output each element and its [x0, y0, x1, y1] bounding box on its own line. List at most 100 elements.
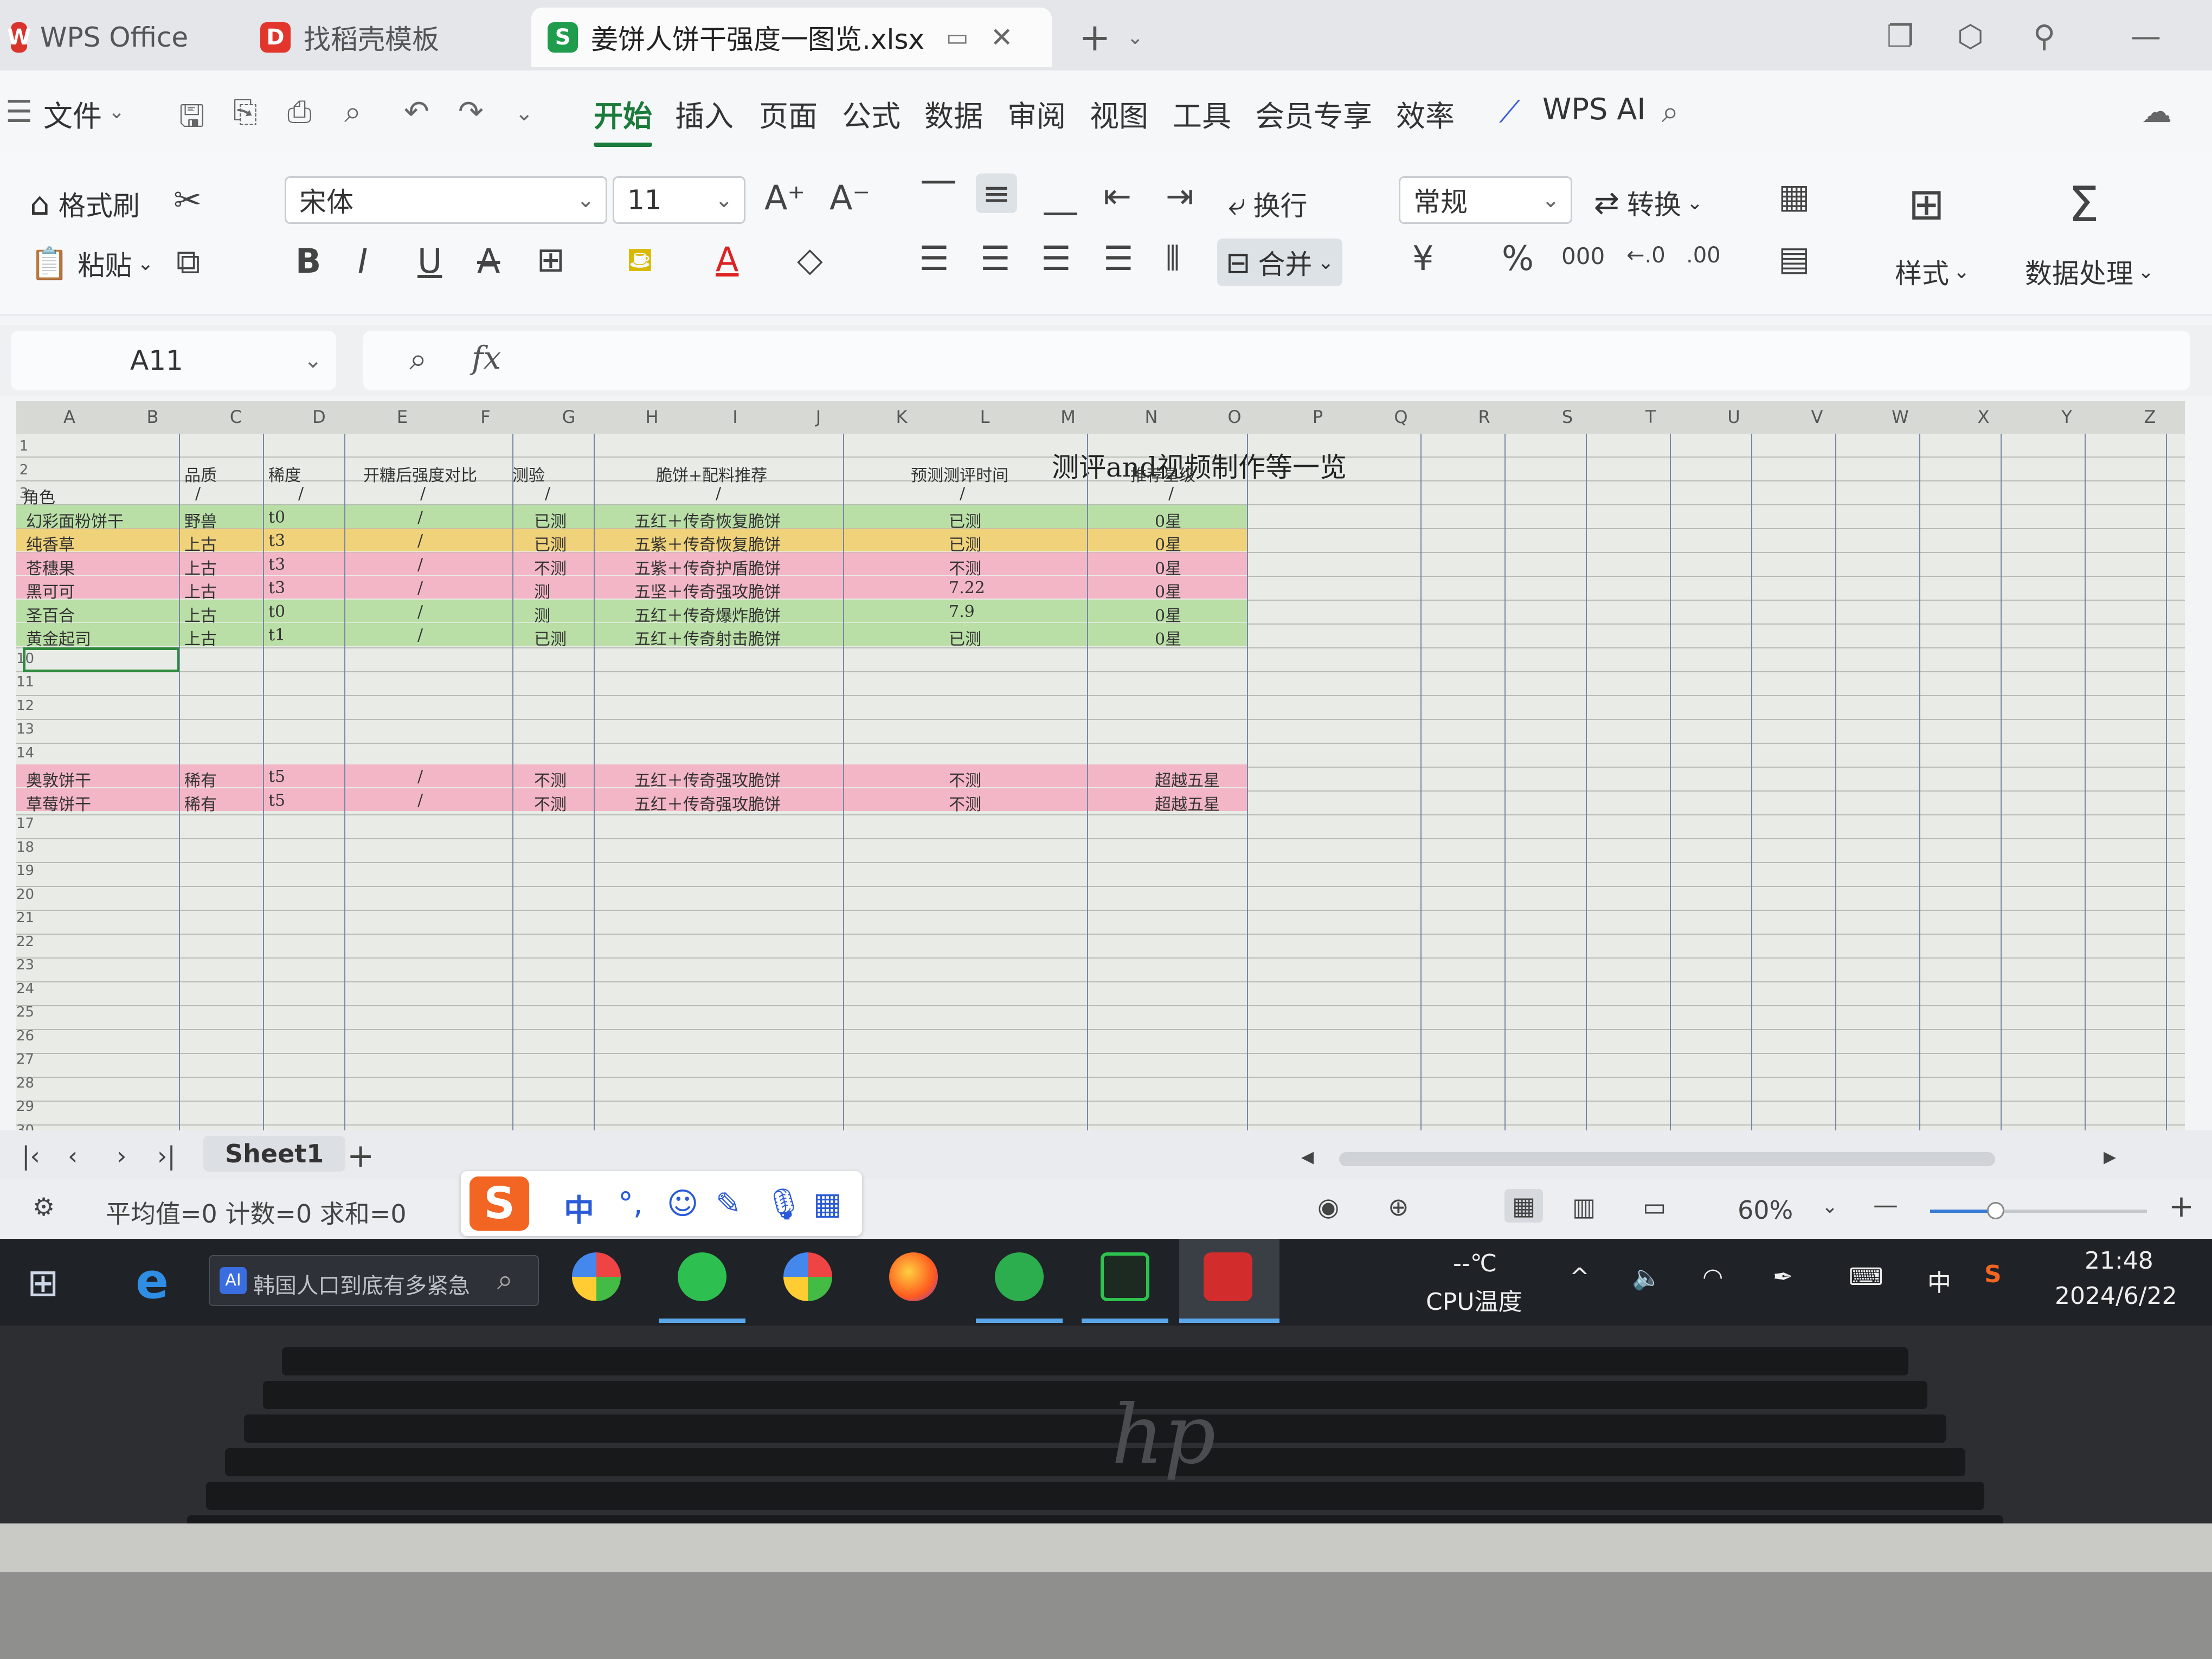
spreadsheet-grid[interactable]: ABCDEFGHIJKLMNOPQRSTUVWXYZ 1234567891011…: [16, 401, 2185, 1139]
conditional-format-icon[interactable]: ▦: [1778, 176, 1810, 216]
zoom-level[interactable]: 60%: [1738, 1195, 1793, 1225]
cell-combo[interactable]: 五红＋传奇强攻脆饼: [634, 791, 781, 815]
new-tab-button[interactable]: + ⌄: [1079, 8, 1143, 67]
column-header-l[interactable]: L: [974, 407, 996, 427]
cell-time[interactable]: 已测: [949, 508, 981, 532]
cell-quality[interactable]: 上古: [184, 531, 217, 555]
column-header-p[interactable]: P: [1307, 407, 1329, 427]
column-header-c[interactable]: C: [225, 407, 247, 427]
print-preview-icon[interactable]: ⌕: [344, 94, 361, 130]
cell-name[interactable]: 纯香草: [26, 531, 75, 555]
cell-name[interactable]: 苍穗果: [26, 555, 75, 579]
format-painter-button[interactable]: ⌂ 格式刷: [30, 184, 140, 223]
column-header-t[interactable]: T: [1640, 407, 1662, 427]
cell-tested[interactable]: 已测: [534, 626, 567, 650]
undo-icon[interactable]: ↶: [404, 94, 429, 130]
sheet-tab-sheet1[interactable]: Sheet1: [203, 1136, 346, 1172]
header-time[interactable]: 预测测评时间: [911, 462, 1008, 486]
punctuation-icon[interactable]: °,: [618, 1186, 643, 1221]
cell-name[interactable]: 黑可可: [26, 578, 75, 602]
horizontal-scrollbar[interactable]: [1339, 1152, 1995, 1166]
tab-spreadsheet-file[interactable]: S 姜饼人饼干强度一图览.xlsx ▭ ✕: [531, 8, 1052, 67]
prev-sheet-icon[interactable]: ‹: [68, 1141, 78, 1171]
cell-rarity[interactable]: t3: [268, 578, 285, 597]
cell-time[interactable]: 已测: [949, 626, 981, 650]
row-number[interactable]: 26: [16, 1028, 34, 1044]
percent-icon[interactable]: %: [1502, 239, 1534, 278]
menu-efficiency[interactable]: 效率: [1396, 92, 1455, 135]
cell-rarity[interactable]: t3: [268, 531, 285, 550]
next-sheet-icon[interactable]: ›: [117, 1141, 126, 1171]
header-quality[interactable]: 品质: [184, 462, 217, 486]
cell-combo[interactable]: 五紫＋传奇恢复脆饼: [634, 531, 781, 555]
row-number[interactable]: 17: [16, 815, 34, 832]
column-header-f[interactable]: F: [475, 407, 497, 427]
cube-icon[interactable]: ⬡: [1957, 19, 1984, 54]
menu-page[interactable]: 页面: [759, 92, 818, 135]
strikethrough-icon[interactable]: A: [477, 241, 500, 281]
increase-font-icon[interactable]: A⁺: [764, 178, 805, 217]
cell-tested[interactable]: 不测: [534, 555, 567, 579]
cut-icon[interactable]: ✂: [173, 180, 202, 220]
cell-quality[interactable]: 稀有: [184, 791, 217, 815]
font-size-select[interactable]: 11 ⌄: [613, 176, 745, 224]
cell-star[interactable]: 0星: [1155, 578, 1181, 602]
wifi-icon[interactable]: ◠: [1702, 1263, 1723, 1291]
header-tested[interactable]: 测验: [512, 462, 545, 486]
ime-lang[interactable]: 中: [564, 1186, 594, 1230]
column-header-v[interactable]: V: [1806, 407, 1828, 427]
column-header-j[interactable]: J: [808, 407, 829, 427]
align-bottom-icon[interactable]: ⎽: [1044, 176, 1077, 216]
row-number[interactable]: 22: [16, 934, 34, 950]
browser-icon[interactable]: [783, 1252, 832, 1301]
save-icon[interactable]: 🖫: [179, 94, 205, 146]
cell-name[interactable]: 黄金起司: [26, 626, 91, 650]
table-format-icon[interactable]: ▤: [1778, 239, 1810, 278]
scroll-left-icon[interactable]: ◂: [1301, 1141, 1314, 1171]
fill-color-icon[interactable]: ⛾: [626, 240, 654, 284]
tab-wps-office[interactable]: W WPS Office: [7, 8, 188, 67]
menu-insert[interactable]: 插入: [675, 92, 734, 135]
cell-tested[interactable]: 测: [534, 602, 550, 626]
cell-star[interactable]: 0星: [1155, 626, 1181, 650]
cell-time[interactable]: 不测: [949, 767, 981, 791]
cell-star[interactable]: 超越五星: [1155, 767, 1220, 791]
column-header-m[interactable]: M: [1057, 407, 1079, 427]
menu-view[interactable]: 视图: [1090, 92, 1148, 135]
input-lang[interactable]: 中: [1927, 1263, 1951, 1298]
row-number[interactable]: 23: [16, 957, 34, 973]
chat-icon[interactable]: ☁: [2142, 94, 2172, 130]
handwrite-icon[interactable]: ✎: [716, 1186, 741, 1221]
column-header-o[interactable]: O: [1224, 407, 1245, 427]
data-process-button[interactable]: 数据处理 ⌄: [2025, 252, 2154, 291]
cell-tested[interactable]: 已测: [534, 531, 567, 555]
zoom-in-icon[interactable]: +: [2169, 1189, 2194, 1224]
font-family-select[interactable]: 宋体 ⌄: [285, 176, 607, 224]
selected-cell-a11[interactable]: [23, 647, 180, 672]
print-icon[interactable]: ⎙: [287, 94, 312, 130]
decrease-font-icon[interactable]: A⁻: [829, 178, 870, 217]
redo-icon[interactable]: ↷: [458, 94, 484, 130]
clock-date[interactable]: 2024/6/22: [2055, 1282, 2177, 1310]
column-header-d[interactable]: D: [308, 407, 330, 427]
column-header-r[interactable]: R: [1474, 407, 1495, 427]
row-number[interactable]: 14: [16, 745, 34, 761]
cell-name[interactable]: 圣百合: [26, 602, 75, 626]
cell-quality[interactable]: 野兽: [184, 508, 217, 532]
cell-rarity[interactable]: t0: [268, 602, 285, 621]
cell-compare[interactable]: /: [417, 626, 423, 645]
header-compare[interactable]: 开糖后强度对比: [363, 462, 477, 486]
slash-cell[interactable]: /: [960, 484, 965, 503]
cell-tested[interactable]: 已测: [534, 508, 567, 532]
cell-combo[interactable]: 五红＋传奇射击脆饼: [634, 626, 781, 650]
column-header-u[interactable]: U: [1723, 407, 1745, 427]
minimize-icon[interactable]: —: [2131, 19, 2161, 54]
menu-formula[interactable]: 公式: [842, 92, 901, 135]
pen-icon[interactable]: ✒: [1773, 1263, 1793, 1291]
column-header-s[interactable]: S: [1557, 407, 1578, 427]
header-combo[interactable]: 脆饼+配料推荐: [656, 462, 767, 486]
menu-file[interactable]: 文件: [43, 92, 102, 135]
decrease-indent-icon[interactable]: ⇤: [1103, 176, 1131, 216]
center-view-icon[interactable]: ⊕: [1388, 1192, 1409, 1221]
paste-button[interactable]: 📋 粘贴 ⌄: [30, 244, 153, 283]
